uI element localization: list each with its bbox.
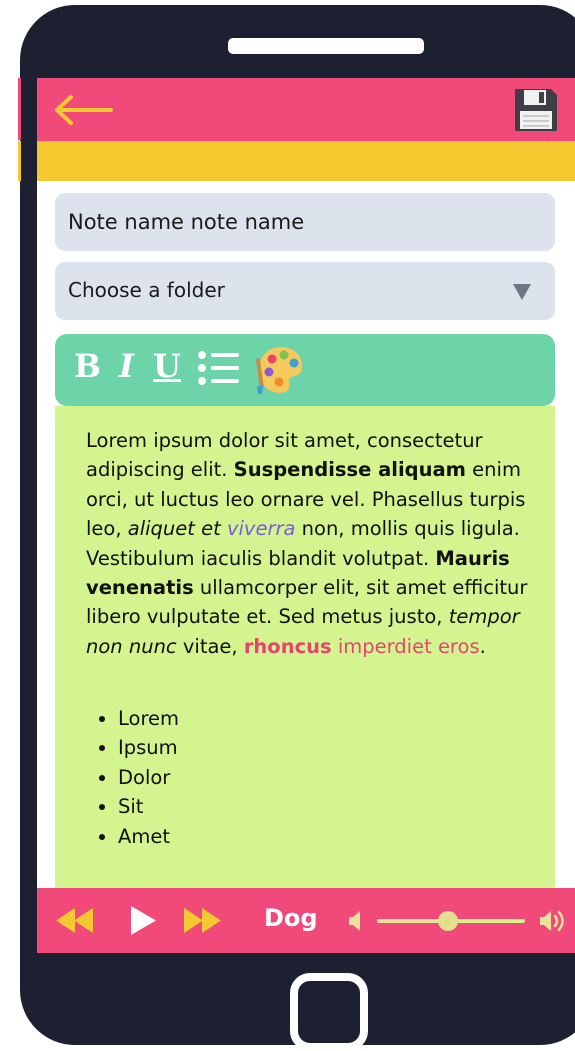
- list-item: Ipsum: [118, 733, 179, 762]
- play-icon: [131, 906, 156, 935]
- volume-slider[interactable]: [377, 911, 525, 931]
- triangle-down-icon: [513, 284, 531, 300]
- list-item: Dolor: [118, 763, 179, 792]
- volume-high-icon: [540, 910, 564, 932]
- floppy-disk-icon: [515, 89, 557, 131]
- list-item: Sit: [118, 792, 179, 821]
- list-item: Amet: [118, 822, 179, 851]
- phone-speaker: [228, 38, 424, 54]
- bold-button[interactable]: B: [74, 346, 101, 386]
- top-bar: [37, 78, 575, 141]
- accent-bar: [37, 141, 575, 181]
- save-button[interactable]: [513, 87, 559, 133]
- colored-bold-text: rhoncus: [243, 634, 332, 658]
- volume-low-icon: [349, 911, 360, 931]
- home-button[interactable]: [290, 973, 368, 1051]
- rewind-button[interactable]: [53, 888, 97, 953]
- text-run: vitae,: [176, 634, 244, 658]
- note-name-input[interactable]: [55, 193, 555, 251]
- volume-thumb[interactable]: [438, 911, 459, 931]
- edge-accent-yellow: [18, 141, 21, 181]
- back-button[interactable]: [51, 92, 117, 128]
- fast-forward-button[interactable]: [180, 888, 226, 953]
- bullet-list: Lorem Ipsum Dolor Sit Amet: [88, 704, 179, 851]
- editor-paragraph: Lorem ipsum dolor sit amet, consectetur …: [86, 426, 544, 661]
- note-editor[interactable]: Lorem ipsum dolor sit amet, consectetur …: [55, 406, 555, 953]
- format-toolbar: B I U: [55, 334, 555, 406]
- colored-text: imperdiet eros: [331, 634, 480, 658]
- folder-select[interactable]: Choose a folder: [55, 262, 555, 320]
- rewind-icon: [56, 908, 93, 933]
- bold-text: Suspendisse aliquam: [233, 458, 466, 482]
- list-item: Lorem: [118, 704, 179, 733]
- bullet-list-icon: [198, 351, 239, 385]
- italic-text: aliquet et: [127, 517, 227, 541]
- edge-accent-pink: [18, 78, 21, 140]
- track-title: Dog: [264, 904, 318, 932]
- text-color-button[interactable]: [255, 344, 305, 396]
- text-run: .: [479, 634, 486, 658]
- folder-select-label: Choose a folder: [68, 278, 225, 302]
- fast-forward-icon: [184, 908, 221, 933]
- palette-icon: [256, 347, 303, 394]
- bullet-list-button[interactable]: [197, 348, 241, 388]
- play-button[interactable]: [127, 888, 159, 953]
- colored-italic-text: viverra: [226, 517, 296, 541]
- arrow-left-icon: [55, 95, 113, 125]
- audio-player: Dog: [37, 888, 575, 953]
- italic-button[interactable]: I: [119, 346, 134, 386]
- app-screen: Choose a folder B I U: [37, 78, 575, 953]
- underline-button[interactable]: U: [153, 346, 181, 386]
